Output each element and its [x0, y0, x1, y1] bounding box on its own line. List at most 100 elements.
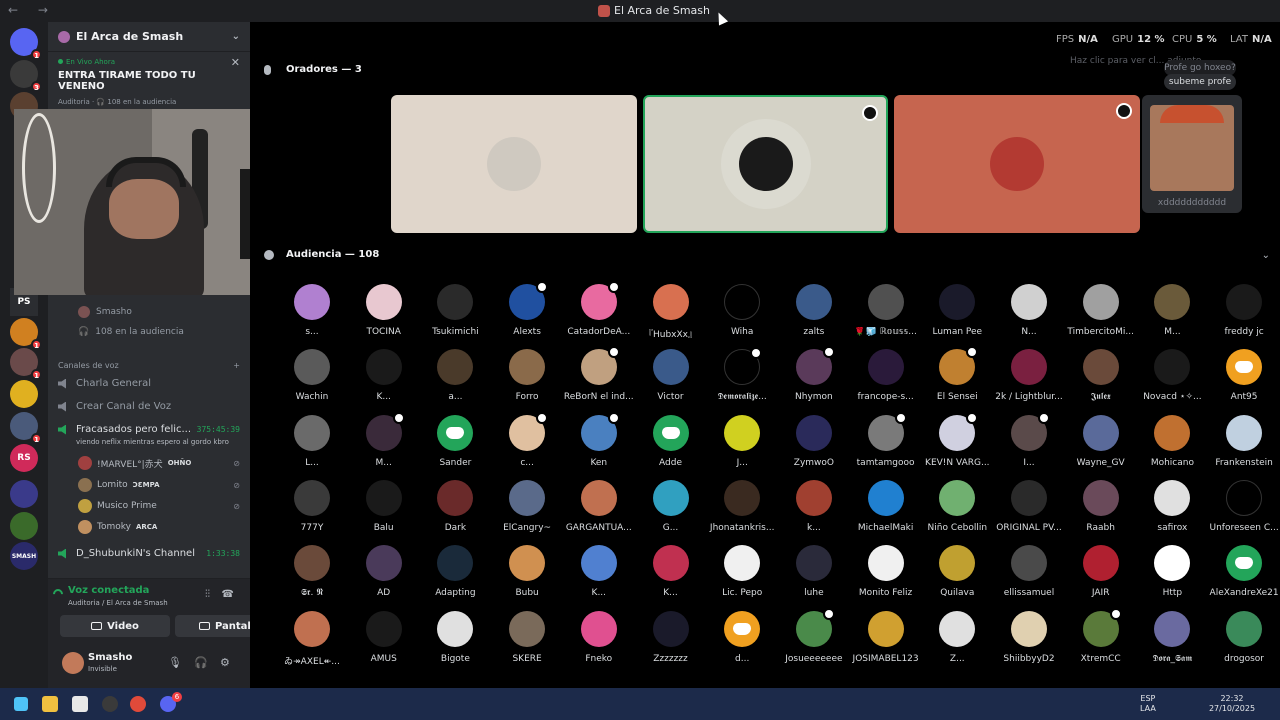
avatar	[1011, 479, 1047, 516]
settings-app-icon[interactable]	[102, 696, 118, 712]
audience-member-name: M...	[375, 457, 392, 468]
avatar	[867, 610, 904, 647]
gear-icon[interactable]: ⚙	[220, 656, 230, 669]
avatar[interactable]	[62, 652, 84, 674]
avatar	[795, 414, 832, 451]
server-icon[interactable]: 1	[10, 412, 42, 444]
app-icon[interactable]	[72, 696, 88, 712]
moderator-icon	[607, 411, 620, 424]
video-button[interactable]: Video	[60, 615, 170, 637]
headphones-icon[interactable]: 🎧	[194, 656, 208, 669]
audience-title: Audiencia — 108	[286, 249, 380, 260]
video-label: Video	[107, 620, 139, 632]
window-title: El Arca de Smash	[598, 4, 710, 17]
server-icon[interactable]: 3	[10, 60, 42, 92]
server-icon[interactable]	[10, 380, 38, 408]
soundboard-icon[interactable]: ⫶⫶	[205, 589, 210, 600]
speaker-tile-active[interactable]	[643, 95, 888, 233]
file-explorer-icon[interactable]	[42, 696, 58, 712]
back-forward-nav[interactable]: ← →	[8, 3, 56, 17]
avatar	[1226, 349, 1263, 386]
fps-readout: FPS N/A	[1056, 34, 1098, 45]
audience-count-item[interactable]: 🎧 108 en la audiencia	[78, 327, 184, 337]
voice-channel-charla-general[interactable]: Charla General	[58, 378, 240, 389]
avatar	[294, 610, 330, 647]
avatar	[580, 281, 620, 320]
avatar	[509, 610, 546, 647]
avatar	[365, 479, 402, 516]
notification-badge: 1	[31, 339, 42, 350]
microphone-icon[interactable]: 🎙	[168, 656, 182, 669]
stage-speaker-item[interactable]: Smasho	[78, 306, 132, 318]
audience-member-name: J...	[736, 457, 748, 468]
avatar	[509, 479, 546, 516]
chrome-icon[interactable]	[130, 696, 146, 712]
audience-member-name: XtremCC	[1080, 653, 1121, 664]
video-off-icon	[91, 622, 103, 630]
voice-location[interactable]: Auditoria / El Arca de Smash	[68, 599, 168, 607]
windows-start-icon[interactable]	[14, 697, 28, 711]
server-header[interactable]: El Arca de Smash ⌄	[48, 22, 250, 52]
streamer-video-card[interactable]	[1142, 95, 1242, 213]
avatar	[78, 456, 92, 470]
voice-member[interactable]: Musico Prime ⊘	[78, 499, 240, 513]
audience-member-name: Jhonatankris...	[709, 522, 775, 533]
avatar	[795, 346, 835, 386]
avatar	[939, 610, 976, 647]
close-icon[interactable]: ✕	[231, 56, 240, 69]
voice-member[interactable]: !MARVEL°|赤犬 OHÑO ⊘	[78, 456, 240, 470]
server-icon[interactable]	[10, 512, 38, 540]
server-icon[interactable]	[10, 480, 38, 508]
avatar	[652, 545, 689, 582]
avatar	[294, 545, 330, 582]
audience-member-name: Lic. Pepo	[722, 588, 763, 599]
notification-badge: 1	[31, 433, 42, 444]
audience-member-name: Unforeseen C...	[1209, 522, 1279, 533]
voice-channel-shubunkin[interactable]: D_ShubunkiN's Channel 1:33:38	[58, 548, 240, 559]
server-icon[interactable]: RS	[10, 444, 38, 472]
cpu-value: 5 %	[1196, 34, 1217, 45]
audience-member-name: zalts	[803, 327, 825, 337]
audience-member-name: Balu	[373, 522, 394, 533]
streamer-face	[109, 179, 179, 239]
add-channel-icon[interactable]: +	[233, 361, 240, 370]
speaker-tile[interactable]	[391, 95, 637, 233]
audience-member-name: 𝕵𝖚𝖑𝖊𝖝	[1090, 392, 1111, 403]
fps-value: N/A	[1078, 34, 1098, 45]
speaker-tile[interactable]	[894, 95, 1140, 233]
speaker-icon	[58, 424, 66, 435]
server-icon[interactable]: 1	[10, 28, 42, 60]
avatar	[437, 414, 474, 451]
member-tag: ARCA	[135, 523, 158, 531]
avatar	[939, 284, 976, 320]
voice-member[interactable]: Lomito ƆƐMPA ⊘	[78, 478, 240, 492]
audience-member-name: Adapting	[435, 588, 476, 599]
language-indicator[interactable]: ESP LAA	[1140, 694, 1156, 714]
moderator-icon	[536, 411, 549, 424]
stage-speaker-name: Smasho	[96, 307, 132, 317]
avatar	[509, 281, 549, 320]
avatar	[738, 137, 793, 191]
chevron-down-icon[interactable]: ⌄	[232, 31, 240, 42]
stage-view: FPS N/A GPU 12 % CPU 5 % LAT N/A Oradores — …	[250, 22, 1280, 688]
avatar	[294, 349, 330, 386]
avatar	[867, 411, 907, 451]
moderator-icon	[862, 105, 878, 121]
disconnect-icon[interactable]: ☎	[222, 589, 234, 600]
voice-channels-header[interactable]: Canales de voz +	[58, 361, 240, 370]
moderator-icon	[750, 347, 763, 360]
live-stage-banner[interactable]: En Vivo Ahora ENTRA TIRAME TODO TU VENEN…	[48, 52, 250, 112]
audience-member-name: Forro	[515, 392, 539, 403]
audience-member-name: Zzzzzzz	[653, 653, 688, 664]
chevron-down-icon[interactable]: ⌄	[1262, 250, 1270, 261]
server-icon[interactable]: 1	[10, 318, 42, 350]
clock[interactable]: 22:32 27/10/2025	[1204, 694, 1260, 714]
audience-icon	[264, 250, 274, 260]
audience-member-name: MichaelMaki	[857, 522, 914, 533]
signal-icon[interactable]	[50, 586, 66, 602]
server-icon[interactable]: SMASH	[10, 542, 38, 570]
voice-member[interactable]: Tomoky ARCA	[78, 520, 240, 534]
voice-channel-crear-canal[interactable]: Crear Canal de Voz	[58, 401, 240, 412]
server-icon[interactable]: 1	[10, 348, 42, 380]
voice-channel-fracasados[interactable]: Fracasados pero felic... 375:45:39	[58, 424, 240, 435]
